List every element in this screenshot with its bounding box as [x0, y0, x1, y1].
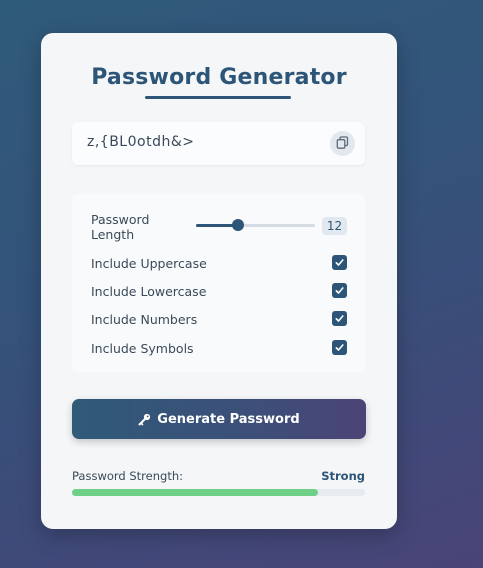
symbols-label: Include Symbols: [91, 341, 194, 356]
strength-meter-fill: [72, 489, 319, 496]
option-lowercase[interactable]: Include Lowercase: [91, 283, 347, 301]
check-icon: [335, 259, 344, 266]
numbers-checkbox[interactable]: [332, 311, 347, 326]
numbers-label: Include Numbers: [91, 312, 198, 327]
lowercase-checkbox[interactable]: [332, 283, 347, 298]
option-symbols[interactable]: Include Symbols: [91, 340, 347, 358]
copy-icon: [336, 134, 349, 153]
title-underline: [145, 96, 291, 99]
strength-meter: [72, 489, 365, 496]
options-panel: Password Length 12 Include Uppercase Inc…: [72, 194, 365, 372]
key-icon: [138, 413, 151, 426]
generate-password-button[interactable]: Generate Password: [72, 399, 366, 439]
strength-label: Password Strength:: [72, 469, 183, 483]
copy-button[interactable]: [330, 131, 355, 156]
password-output: z,{BL0otdh&>: [72, 122, 365, 165]
option-uppercase[interactable]: Include Uppercase: [91, 255, 347, 273]
uppercase-checkbox[interactable]: [332, 255, 347, 270]
length-slider[interactable]: [196, 219, 315, 231]
password-value: z,{BL0otdh&>: [87, 134, 195, 150]
check-icon: [335, 315, 344, 322]
password-generator-card: Password Generator z,{BL0otdh&> Password…: [41, 33, 397, 529]
page-title: Password Generator: [91, 65, 347, 90]
lowercase-label: Include Lowercase: [91, 284, 207, 299]
uppercase-label: Include Uppercase: [91, 256, 207, 271]
option-numbers[interactable]: Include Numbers: [91, 311, 347, 329]
length-label: Password Length: [91, 212, 150, 242]
strength-value: Strong: [321, 469, 365, 483]
slider-thumb[interactable]: [232, 219, 244, 231]
check-icon: [335, 344, 344, 351]
check-icon: [335, 287, 344, 294]
length-value-badge: 12: [322, 217, 347, 235]
symbols-checkbox[interactable]: [332, 340, 347, 355]
generate-label: Generate Password: [157, 411, 300, 427]
